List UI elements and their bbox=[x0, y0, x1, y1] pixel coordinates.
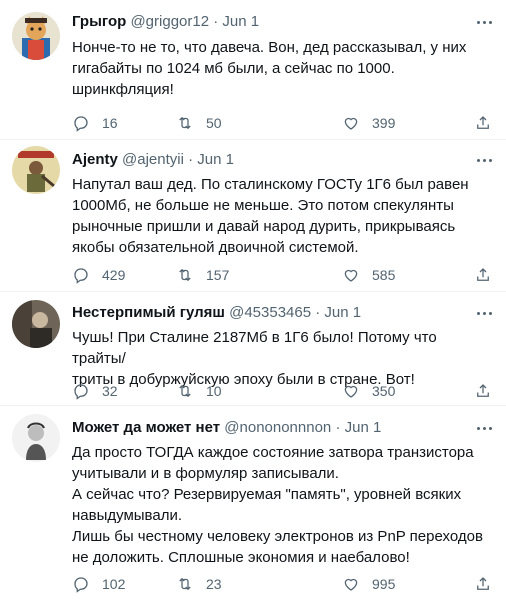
avatar[interactable] bbox=[12, 146, 60, 194]
more-icon[interactable] bbox=[472, 12, 496, 32]
share-button[interactable] bbox=[474, 265, 492, 285]
avatar[interactable] bbox=[12, 12, 60, 60]
retweet-icon bbox=[179, 268, 191, 282]
share-icon bbox=[477, 268, 489, 281]
sketch-portrait-avatar bbox=[12, 414, 60, 462]
retweet-count: 50 bbox=[206, 115, 222, 131]
like-icon bbox=[344, 269, 358, 282]
separator-dot: · bbox=[335, 419, 341, 436]
display-name[interactable]: Может да может нет bbox=[72, 419, 220, 436]
tweet-header: Может да может нет @nonononnnon · Jun 1 bbox=[72, 418, 470, 438]
retweet-button[interactable]: 10 bbox=[176, 381, 222, 401]
like-button[interactable]: 995 bbox=[342, 574, 395, 594]
separator-dot: · bbox=[188, 151, 194, 168]
cat-cossack-avatar bbox=[12, 12, 60, 60]
share-icon bbox=[477, 577, 489, 590]
like-count: 995 bbox=[372, 576, 396, 592]
user-handle[interactable]: @griggor12 bbox=[130, 13, 209, 30]
tweet[interactable]: Нестерпимый гуляш @45353465 · Jun 1 Чушь… bbox=[0, 292, 506, 406]
reply-button[interactable]: 32 bbox=[72, 381, 118, 401]
tweet-actions: 102 23 995 bbox=[72, 574, 494, 594]
like-button[interactable]: 350 bbox=[342, 381, 395, 401]
reply-icon bbox=[74, 577, 88, 593]
tweet[interactable]: Может да может нет @nonononnnon · Jun 1 … bbox=[0, 406, 506, 604]
tweet[interactable]: Грыгор @griggor12 · Jun 1 Нонче-то не то… bbox=[0, 0, 506, 140]
share-icon bbox=[477, 384, 489, 397]
tweet-date[interactable]: Jun 1 bbox=[324, 304, 361, 321]
share-button[interactable] bbox=[474, 381, 492, 401]
reply-icon bbox=[74, 268, 88, 284]
retweet-button[interactable]: 50 bbox=[176, 113, 222, 133]
share-icon bbox=[477, 116, 489, 129]
reply-count: 32 bbox=[102, 383, 118, 399]
separator-dot: · bbox=[315, 304, 321, 321]
reply-count: 102 bbox=[102, 576, 126, 592]
share-button[interactable] bbox=[474, 574, 492, 594]
user-handle[interactable]: @ajentyii bbox=[122, 151, 184, 168]
tweet-text: Напутал ваш дед. По сталинскому ГОСТу 1Г… bbox=[72, 176, 469, 256]
reply-count: 429 bbox=[102, 267, 126, 283]
tweet-actions: 16 50 399 bbox=[72, 113, 494, 133]
display-name[interactable]: Ajenty bbox=[72, 151, 118, 168]
reply-button[interactable]: 102 bbox=[72, 574, 125, 594]
reply-button[interactable]: 16 bbox=[72, 113, 118, 133]
like-icon bbox=[344, 117, 358, 130]
like-button[interactable]: 585 bbox=[342, 265, 395, 285]
avatar[interactable] bbox=[12, 414, 60, 462]
retweet-button[interactable]: 23 bbox=[176, 574, 222, 594]
tweet-actions: 429 157 585 bbox=[72, 265, 494, 285]
retweet-count: 10 bbox=[206, 383, 222, 399]
retweet-icon bbox=[179, 577, 191, 591]
like-icon bbox=[344, 578, 358, 591]
like-count: 585 bbox=[372, 267, 396, 283]
photo-avatar bbox=[12, 300, 60, 348]
more-icon[interactable] bbox=[472, 418, 496, 438]
reply-count: 16 bbox=[102, 115, 118, 131]
user-handle[interactable]: @nonononnnon bbox=[224, 419, 331, 436]
separator-dot: · bbox=[213, 13, 219, 30]
reply-icon bbox=[74, 384, 88, 400]
tweet-header: Нестерпимый гуляш @45353465 · Jun 1 bbox=[72, 303, 470, 323]
like-count: 350 bbox=[372, 383, 396, 399]
retweet-icon bbox=[179, 116, 191, 130]
more-icon[interactable] bbox=[472, 303, 496, 323]
tweet-header: Грыгор @griggor12 · Jun 1 bbox=[72, 12, 470, 32]
tweet-text: Да просто ТОГДА каждое состояние затвора… bbox=[72, 444, 483, 566]
avatar[interactable] bbox=[12, 300, 60, 348]
display-name[interactable]: Нестерпимый гуляш bbox=[72, 304, 225, 321]
tweet-actions: 32 10 350 bbox=[72, 381, 494, 401]
reply-icon bbox=[74, 116, 88, 132]
like-button[interactable]: 399 bbox=[342, 113, 395, 133]
retweet-button[interactable]: 157 bbox=[176, 265, 229, 285]
share-button[interactable] bbox=[474, 113, 492, 133]
retweet-count: 23 bbox=[206, 576, 222, 592]
tweet[interactable]: Ajenty @ajentyii · Jun 1 Напутал ваш дед… bbox=[0, 140, 506, 292]
retweet-count: 157 bbox=[206, 267, 230, 283]
tweet-date[interactable]: Jun 1 bbox=[222, 13, 259, 30]
tweet-date[interactable]: Jun 1 bbox=[345, 419, 382, 436]
soviet-poster-avatar bbox=[12, 146, 60, 194]
display-name[interactable]: Грыгор bbox=[72, 13, 126, 30]
retweet-icon bbox=[179, 384, 191, 398]
user-handle[interactable]: @45353465 bbox=[229, 304, 311, 321]
like-icon bbox=[344, 385, 358, 398]
like-count: 399 bbox=[372, 115, 396, 131]
tweet-date[interactable]: Jun 1 bbox=[197, 151, 234, 168]
tweet-header: Ajenty @ajentyii · Jun 1 bbox=[72, 150, 470, 170]
tweet-text: Нонче-то не то, что давеча. Вон, дед рас… bbox=[72, 39, 467, 98]
more-icon[interactable] bbox=[472, 150, 496, 170]
reply-button[interactable]: 429 bbox=[72, 265, 125, 285]
